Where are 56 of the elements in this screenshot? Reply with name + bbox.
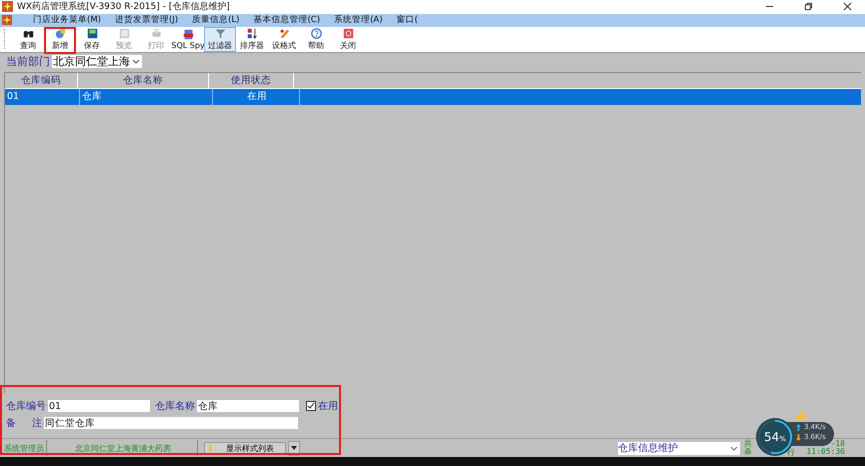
app-logo-icon — [2, 15, 12, 26]
table-cell: 在用 — [213, 88, 300, 105]
module-dropdown[interactable]: 仓库信息维护 — [618, 442, 740, 455]
help-icon — [310, 28, 322, 39]
print-icon — [150, 28, 162, 39]
preview-icon — [118, 28, 130, 39]
app-logo-icon — [2, 1, 13, 12]
toolbar-button[interactable]: 新增 — [44, 26, 76, 52]
code-field[interactable]: 01 — [48, 400, 150, 412]
field-label: 注 — [32, 416, 42, 430]
table-cell: 仓库 — [80, 88, 213, 105]
toolbar-button[interactable]: 保存 — [76, 26, 108, 52]
note-field[interactable]: 同仁堂仓库 — [44, 417, 298, 430]
display-style-button[interactable]: 显示样式列表 — [204, 442, 286, 455]
field-label: 仓库编号 — [6, 400, 46, 414]
department-dropdown[interactable]: 北京同仁堂上海 — [52, 54, 142, 68]
status-count: 条 — [744, 448, 752, 456]
menu-item[interactable]: 门店业务菜单(M) — [26, 14, 108, 26]
menu-item[interactable]: 窗口( — [390, 14, 425, 26]
hand-icon — [207, 444, 214, 453]
upload-arrow-icon — [796, 424, 801, 430]
checkbox[interactable] — [306, 401, 316, 412]
field-label: 备 — [6, 417, 16, 430]
crown-icon — [794, 409, 808, 421]
status-time: 11:05:36 — [806, 448, 845, 456]
status-store: 北京同仁堂上海黄浦大药房 — [49, 440, 198, 456]
checkbox-label: 在用 — [318, 400, 338, 414]
download-arrow-icon — [796, 434, 801, 440]
pencil-icon — [278, 28, 290, 39]
status-count: 共 — [744, 440, 752, 448]
sort-icon — [246, 28, 258, 39]
toolbar-button[interactable]: 排序器 — [236, 26, 268, 52]
name-field[interactable]: 仓库 — [197, 400, 299, 412]
sql-icon — [182, 28, 194, 40]
save-icon — [86, 28, 98, 39]
menu-item[interactable]: 进货发票管理(J) — [108, 14, 186, 26]
toolbar-button[interactable]: 查询 — [12, 26, 44, 52]
restore-icon[interactable] — [804, 2, 813, 12]
add-icon — [54, 28, 66, 39]
toolbar-button[interactable]: 设格式 — [268, 26, 300, 52]
window-title: WX药店管理系统[V-3930 R-2015] - [仓库信息维护] — [17, 0, 230, 14]
table-cell: 01 — [5, 88, 80, 105]
toolbar-button[interactable]: 关闭 — [332, 26, 364, 52]
department-label: 当前部门 — [6, 54, 50, 69]
menu-item[interactable]: 基本信息管理(C) — [246, 14, 328, 26]
table-row[interactable]: 01 仓库 在用 — [5, 88, 861, 105]
status-date: -18 — [830, 440, 845, 448]
filter-icon — [214, 28, 226, 39]
close-icon[interactable] — [843, 2, 852, 12]
toolbar-button[interactable]: 过滤器 — [204, 26, 236, 52]
status-user: 系统管理员 — [0, 440, 47, 456]
menu-item[interactable]: 系统管理(A) — [327, 14, 390, 26]
toolbar-button[interactable]: SQL Spy — [172, 26, 204, 52]
toolbar-button[interactable]: 帮助 — [300, 26, 332, 52]
field-label: 仓库名称 — [155, 400, 195, 414]
menu-item[interactable]: 质量信息(L) — [185, 14, 246, 26]
